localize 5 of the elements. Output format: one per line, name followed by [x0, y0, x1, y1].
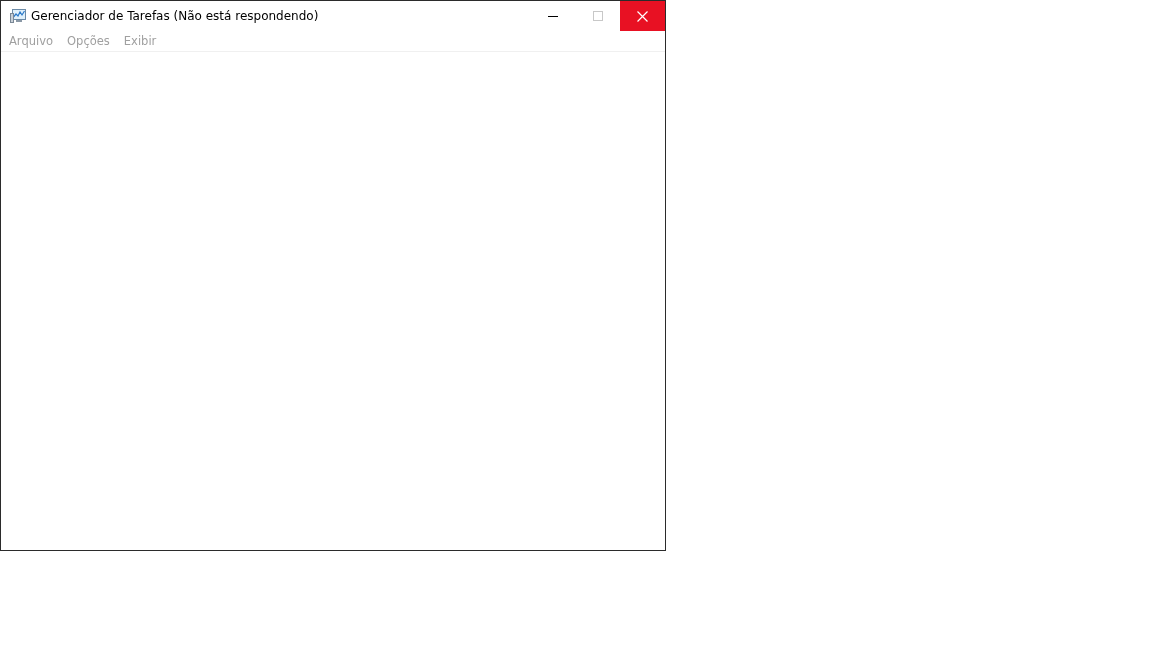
maximize-icon: [592, 11, 603, 21]
window-title: Gerenciador de Tarefas (Não está respondendo): [31, 9, 320, 23]
close-button[interactable]: [620, 1, 665, 31]
close-icon: [637, 10, 648, 22]
monitor-chart-icon: [10, 9, 26, 23]
